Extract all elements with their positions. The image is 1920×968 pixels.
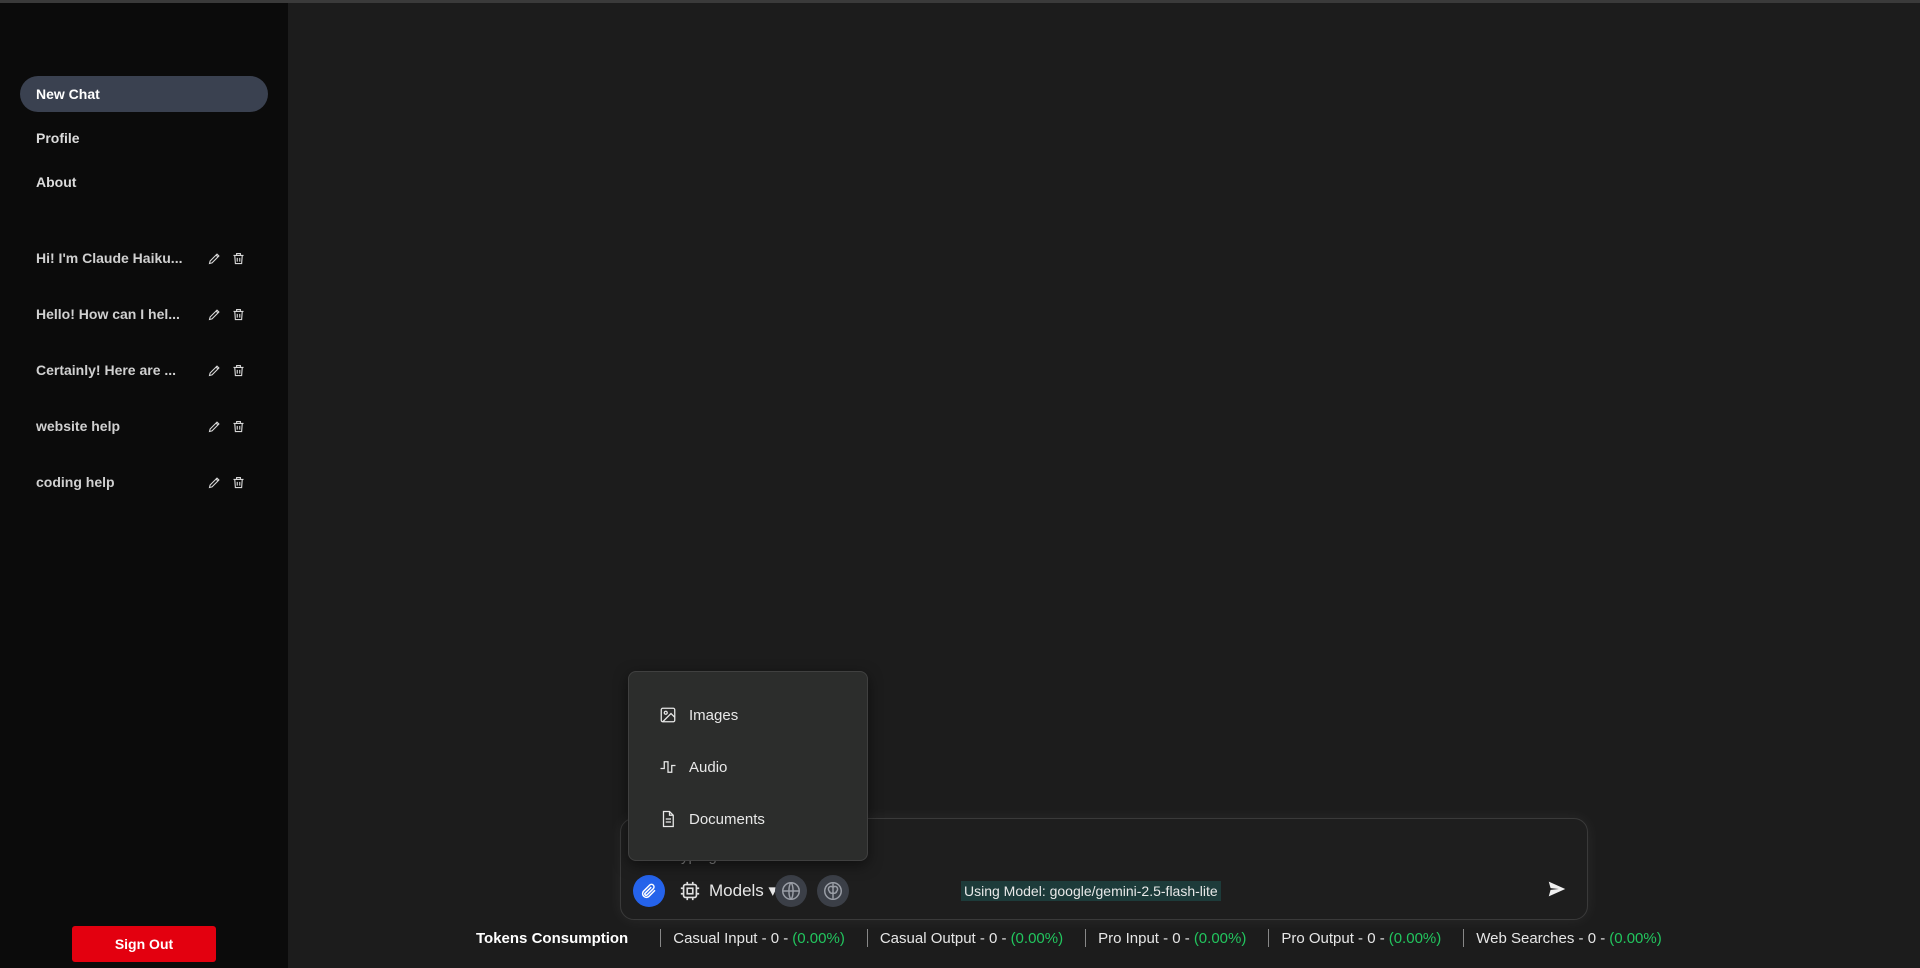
token-stat: Web Searches - 0 - (0.00%): [1463, 929, 1662, 947]
divider: [866, 929, 868, 947]
models-label: Models ▾: [709, 881, 778, 900]
image-icon: [659, 706, 677, 724]
audio-wave-icon: [659, 758, 677, 776]
menu-item-images[interactable]: Images: [659, 702, 738, 728]
token-stat: Casual Output - 0 - (0.00%): [866, 929, 1064, 947]
chat-title: Hi! I'm Claude Haiku...: [36, 250, 183, 266]
attach-button[interactable]: [633, 875, 665, 907]
chat-title: Hello! How can I hel...: [36, 306, 180, 322]
token-stat-label: Casual Output - 0 -: [879, 929, 1007, 947]
models-dropdown[interactable]: Models ▾: [679, 877, 777, 905]
token-stat-label: Pro Output - 0 -: [1281, 929, 1385, 947]
chat-history-item[interactable]: Certainly! Here are ...: [36, 356, 256, 384]
edit-pencil-icon[interactable]: [206, 306, 222, 322]
token-stat-percent: (0.00%): [1010, 929, 1064, 947]
menu-item-label: Documents: [689, 810, 765, 828]
trash-icon[interactable]: [230, 362, 246, 378]
divider: [1268, 929, 1270, 947]
token-stat-label: Web Searches - 0 -: [1476, 929, 1606, 947]
profile-link[interactable]: Profile: [20, 120, 268, 156]
new-chat-button[interactable]: New Chat: [20, 76, 268, 112]
token-consumption-bar: Tokens Consumption Casual Input - 0 - (0…: [476, 928, 1662, 948]
attach-menu: Images Audio Documents: [628, 671, 868, 861]
divider: [1085, 929, 1087, 947]
active-model-label: Using Model: google/gemini-2.5-flash-lit…: [961, 881, 1221, 901]
token-consumption-title: Tokens Consumption: [476, 929, 629, 947]
token-stat: Pro Output - 0 - (0.00%): [1268, 929, 1441, 947]
menu-item-label: Audio: [689, 758, 728, 776]
menu-item-label: Images: [689, 706, 739, 724]
chat-title: Certainly! Here are ...: [36, 362, 177, 378]
trash-icon[interactable]: [230, 306, 246, 322]
token-stat: Casual Input - 0 - (0.00%): [660, 929, 845, 947]
paperclip-icon: [640, 882, 658, 900]
chat-history-item[interactable]: coding help: [36, 468, 256, 496]
chip-icon: [679, 880, 701, 902]
web-search-toggle[interactable]: [775, 875, 807, 907]
globe-icon: [780, 880, 802, 902]
divider: [1463, 929, 1465, 947]
token-stat-label: Casual Input - 0 -: [673, 929, 789, 947]
token-stat-percent: (0.00%): [1388, 929, 1442, 947]
trash-icon[interactable]: [230, 250, 246, 266]
trash-icon[interactable]: [230, 474, 246, 490]
reasoning-toggle[interactable]: [817, 875, 849, 907]
token-stat-percent: (0.00%): [792, 929, 845, 947]
chat-history-item[interactable]: Hello! How can I hel...: [36, 300, 256, 328]
chat-title: website help: [36, 418, 121, 434]
edit-pencil-icon[interactable]: [206, 474, 222, 490]
token-stat-label: Pro Input - 0 -: [1098, 929, 1190, 947]
trash-icon[interactable]: [230, 418, 246, 434]
token-stat-percent: (0.00%): [1193, 929, 1247, 947]
send-button[interactable]: [1541, 873, 1573, 905]
edit-pencil-icon[interactable]: [206, 250, 222, 266]
token-stat: Pro Input - 0 - (0.00%): [1085, 929, 1246, 947]
chat-history-item[interactable]: Hi! I'm Claude Haiku...: [36, 244, 256, 272]
edit-pencil-icon[interactable]: [206, 418, 222, 434]
document-icon: [659, 810, 677, 828]
about-link[interactable]: About: [20, 164, 268, 200]
menu-item-documents[interactable]: Documents: [659, 806, 765, 832]
send-arrow-icon: [1546, 878, 1568, 900]
chat-title: coding help: [36, 474, 115, 490]
menu-item-audio[interactable]: Audio: [659, 754, 727, 780]
edit-pencil-icon[interactable]: [206, 362, 222, 378]
divider: [660, 929, 662, 947]
chat-history-item[interactable]: website help: [36, 412, 256, 440]
sign-out-button[interactable]: Sign Out: [72, 926, 216, 962]
sidebar: New Chat Profile About Hi! I'm Claude Ha…: [0, 3, 288, 968]
brain-icon: [822, 880, 844, 902]
token-stat-percent: (0.00%): [1609, 929, 1662, 947]
top-border: [0, 0, 1920, 3]
